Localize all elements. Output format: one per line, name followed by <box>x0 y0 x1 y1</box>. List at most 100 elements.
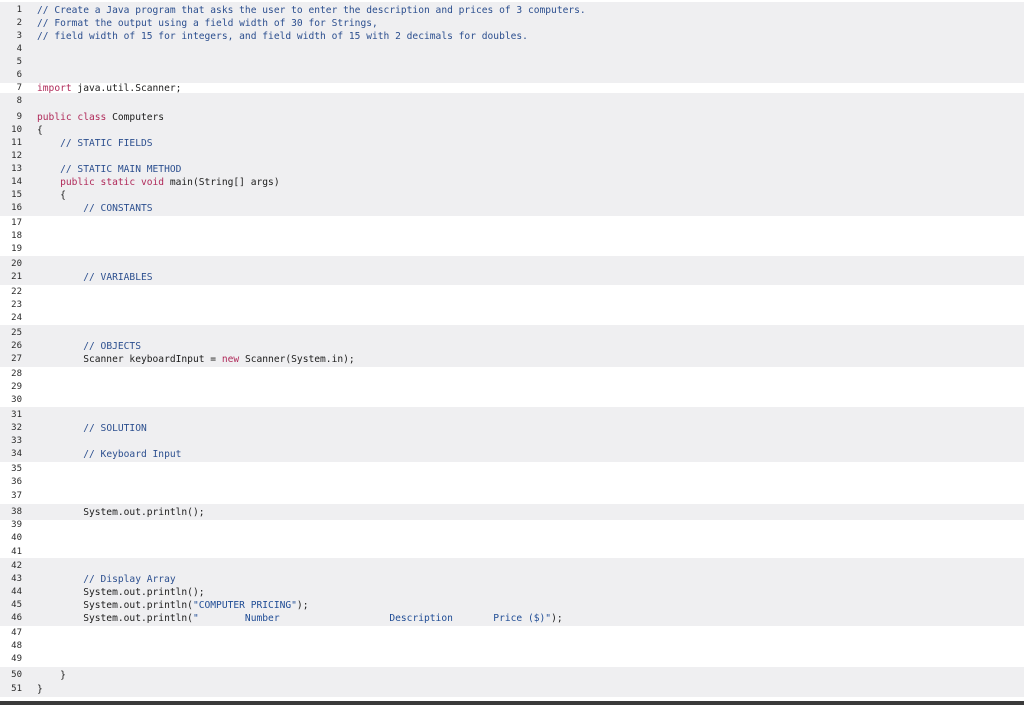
code-text[interactable]: } <box>37 683 43 696</box>
code-text[interactable]: // STATIC MAIN METHOD <box>37 163 181 176</box>
code-line[interactable]: 50 } <box>0 669 1024 682</box>
line-number: 24 <box>11 313 22 323</box>
line-number: 40 <box>11 533 22 543</box>
code-line[interactable]: 29 <box>0 381 1024 394</box>
line-number: 42 <box>11 561 22 571</box>
code-line[interactable]: 32 // SOLUTION <box>0 422 1024 435</box>
line-number: 19 <box>11 244 22 254</box>
code-line[interactable]: 27 Scanner keyboardInput = new Scanner(S… <box>0 353 1024 366</box>
code-line[interactable]: 30 <box>0 394 1024 407</box>
line-number: 46 <box>11 613 22 623</box>
code-line[interactable]: 10 { <box>0 124 1024 137</box>
code-line[interactable]: 44 System.out.println(); <box>0 586 1024 599</box>
code-line[interactable]: 43 // Display Array <box>0 573 1024 586</box>
code-token-plain: java.util.Scanner; <box>71 83 182 94</box>
code-line[interactable]: 15 { <box>0 189 1024 202</box>
code-line[interactable]: 24 <box>0 312 1024 325</box>
code-text[interactable]: Scanner keyboardInput = new Scanner(Syst… <box>37 353 355 366</box>
code-line[interactable]: 38 System.out.println(); <box>0 506 1024 519</box>
code-text[interactable]: public static void main(String[] args) <box>37 176 280 189</box>
line-number: 12 <box>11 151 22 161</box>
code-text[interactable]: System.out.println(); <box>37 506 204 519</box>
code-text[interactable]: } <box>37 669 66 682</box>
line-number: 36 <box>11 477 22 487</box>
code-line[interactable]: 2 // Format the output using a field widt… <box>0 17 1024 30</box>
code-line[interactable]: 49 <box>0 653 1024 666</box>
code-line[interactable]: 34 // Keyboard Input <box>0 448 1024 461</box>
code-text[interactable]: // CONSTANTS <box>37 202 153 215</box>
code-line[interactable]: 39 <box>0 519 1024 532</box>
code-token-plain: ); <box>551 613 563 624</box>
code-text[interactable]: System.out.println("COMPUTER PRICING"); <box>37 599 308 612</box>
code-line[interactable]: 4 <box>0 43 1024 56</box>
code-line[interactable]: 51} <box>0 683 1024 696</box>
code-line[interactable]: 42 <box>0 560 1024 573</box>
code-line[interactable]: 35 <box>0 463 1024 476</box>
code-text[interactable]: System.out.println(); <box>37 586 204 599</box>
code-line[interactable]: 25 <box>0 327 1024 340</box>
code-line[interactable]: 1 // Create a Java program that asks the … <box>0 4 1024 17</box>
code-line[interactable]: 37 <box>0 490 1024 503</box>
line-number: 2 <box>16 18 22 28</box>
code-line[interactable]: 41 <box>0 546 1024 559</box>
code-token-string: "COMPUTER PRICING" <box>192 600 297 611</box>
code-text[interactable]: // field width of 15 for integers, and f… <box>37 30 528 43</box>
code-text[interactable]: // Format the output using a field width… <box>37 17 378 30</box>
code-line[interactable]: 7 import java.util.Scanner; <box>0 82 1024 95</box>
code-token-plain: } <box>37 684 43 695</box>
line-number: 49 <box>11 654 22 664</box>
code-text[interactable]: // Display Array <box>37 573 175 586</box>
code-line[interactable]: 33 <box>0 435 1024 448</box>
code-line[interactable]: 17 <box>0 217 1024 230</box>
code-token-comment: // CONSTANTS <box>83 203 153 214</box>
code-line[interactable]: 36 <box>0 476 1024 489</box>
code-line[interactable]: 20 <box>0 258 1024 271</box>
code-text[interactable]: import java.util.Scanner; <box>37 82 181 95</box>
code-text[interactable]: // Keyboard Input <box>37 448 181 461</box>
code-line[interactable]: 14 public static void main(String[] args… <box>0 176 1024 189</box>
code-text[interactable]: // STATIC FIELDS <box>37 137 152 150</box>
code-text[interactable]: { <box>37 124 43 137</box>
code-line[interactable]: 5 <box>0 56 1024 69</box>
code-line[interactable]: 22 <box>0 286 1024 299</box>
code-line[interactable]: 13 // STATIC MAIN METHOD <box>0 163 1024 176</box>
code-text[interactable]: System.out.println(" Number Description … <box>37 612 563 625</box>
code-line[interactable]: 19 <box>0 243 1024 256</box>
code-line[interactable]: 26 // OBJECTS <box>0 340 1024 353</box>
code-token-comment: // SOLUTION <box>83 423 147 434</box>
code-line[interactable]: 31 <box>0 409 1024 422</box>
code-editor[interactable]: 1 // Create a Java program that asks the … <box>0 0 1024 705</box>
line-number: 1 <box>16 5 22 15</box>
code-line[interactable]: 11 // STATIC FIELDS <box>0 137 1024 150</box>
code-text[interactable]: public class Computers <box>37 111 164 124</box>
code-line[interactable]: 9 public class Computers <box>0 111 1024 124</box>
code-line[interactable]: 23 <box>0 299 1024 312</box>
code-text[interactable]: { <box>37 189 66 202</box>
code-line[interactable]: 6 <box>0 69 1024 82</box>
code-text[interactable]: // OBJECTS <box>37 340 141 353</box>
code-line[interactable]: 21 // VARIABLES <box>0 271 1024 284</box>
code-line[interactable]: 3 // field width of 15 for integers, and … <box>0 30 1024 43</box>
code-token-comment: // STATIC MAIN METHOD <box>60 164 182 175</box>
line-number: 7 <box>16 83 22 93</box>
code-text[interactable]: // SOLUTION <box>37 422 147 435</box>
code-line[interactable]: 12 <box>0 150 1024 163</box>
code-line[interactable]: 46 System.out.println(" Number Descripti… <box>0 612 1024 625</box>
code-line[interactable]: 16 // CONSTANTS <box>0 202 1024 215</box>
code-line[interactable]: 8 <box>0 95 1024 108</box>
code-line[interactable]: 28 <box>0 368 1024 381</box>
line-number: 38 <box>11 507 22 517</box>
code-token-plain: System.out.println( <box>37 613 193 624</box>
code-text[interactable]: // Create a Java program that asks the u… <box>37 4 586 17</box>
line-number: 27 <box>11 354 22 364</box>
code-line[interactable]: 18 <box>0 230 1024 243</box>
code-line[interactable]: 45 System.out.println("COMPUTER PRICING"… <box>0 599 1024 612</box>
code-line[interactable]: 47 <box>0 627 1024 640</box>
code-line[interactable]: 48 <box>0 640 1024 653</box>
code-text[interactable]: // VARIABLES <box>37 271 152 284</box>
line-number: 43 <box>11 574 22 584</box>
code-line[interactable]: 40 <box>0 532 1024 545</box>
